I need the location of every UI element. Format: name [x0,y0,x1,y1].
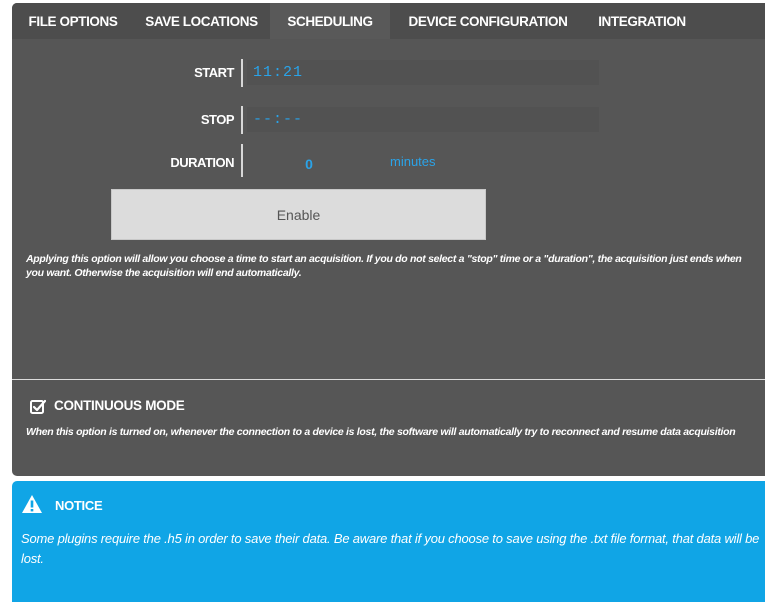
stop-time-input[interactable] [247,107,599,132]
duration-input[interactable] [252,153,366,175]
stop-divider [241,106,243,134]
section-divider [12,379,765,380]
start-label: START [194,65,234,80]
duration-divider [241,144,243,177]
continuous-mode-title: CONTINUOUS MODE [54,398,185,413]
tab-device-configuration[interactable]: DEVICE CONFIGURATION [392,3,584,39]
start-divider [241,59,243,87]
tab-save-locations[interactable]: SAVE LOCATIONS [135,3,268,39]
notice-text: Some plugins require the .h5 in order to… [21,531,760,566]
settings-panel: FILE OPTIONS SAVE LOCATIONS SCHEDULING D… [12,3,765,476]
warning-triangle-icon [22,495,42,513]
start-time-input[interactable] [247,60,599,85]
continuous-mode-description: When this option is turned on, whenever … [26,426,736,438]
tab-scheduling[interactable]: SCHEDULING [270,3,390,39]
notice-title: NOTICE [55,498,103,513]
duration-label: DURATION [170,155,234,170]
notice-box: NOTICE Some plugins require the .h5 in o… [12,481,765,602]
duration-unit: minutes [390,154,436,169]
checkbox-checked-icon[interactable] [30,399,46,415]
scheduling-description: Applying this option will allow you choo… [26,253,742,279]
stop-label: STOP [200,112,235,127]
tab-file-options[interactable]: FILE OPTIONS [12,3,134,39]
enable-button[interactable]: Enable [111,189,486,240]
tab-bar: FILE OPTIONS SAVE LOCATIONS SCHEDULING D… [12,3,765,39]
tab-integration[interactable]: INTEGRATION [587,3,697,39]
